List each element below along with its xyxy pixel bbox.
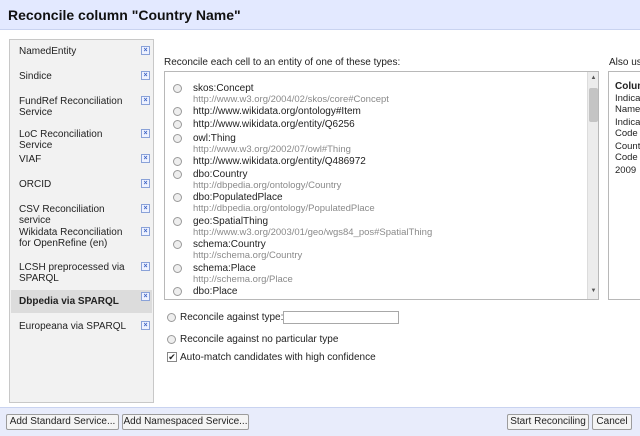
dialog-titlebar: Reconcile column "Country Name" [0,0,640,30]
type-label: geo:SpatialThing [193,216,269,227]
type-uri: http://dbpedia.org/ontology/PopulatedPla… [193,203,375,214]
service-list: NamedEntity × Sindice × FundRef Reconcil… [9,39,154,403]
column-item: 2009 [615,165,637,176]
service-item-label: FundRef Reconciliation Service [19,96,123,118]
service-item-europeana[interactable]: Europeana via SPARQL × [11,321,152,332]
type-uri: http://www.w3.org/2004/02/skos/core#Conc… [193,94,389,105]
service-item-label: Europeana via SPARQL [19,321,127,332]
service-item-fundref[interactable]: FundRef Reconciliation Service × [11,96,152,118]
service-item-orcid[interactable]: ORCID × [11,179,152,190]
service-item-label: Dbpedia via SPARQL [19,296,119,307]
start-reconciling-button[interactable]: Start Reconciling [507,414,589,430]
service-item-dbpedia[interactable]: Dbpedia via SPARQL × [11,290,152,313]
dialog-title: Reconcile column "Country Name" [8,7,241,23]
type-list-scrollbar[interactable]: ▲ ▼ [587,72,598,299]
remove-service-icon[interactable]: × [141,46,150,55]
no-type-label: Reconcile against no particular type [180,334,339,345]
type-uri: http://www.w3.org/2003/01/geo/wgs84_pos#… [193,227,433,238]
type-uri: http://schema.org/Country [193,250,303,261]
scroll-up-icon[interactable]: ▲ [589,74,598,83]
type-label: schema:Country [193,239,266,250]
type-radio[interactable] [173,193,182,202]
type-radio[interactable] [173,264,182,273]
also-use-heading: Also us [609,57,640,68]
type-radio[interactable] [173,157,182,166]
type-label: http://www.wikidata.org/entity/Q486972 [193,156,366,167]
types-heading: Reconcile each cell to an entity of one … [164,57,401,68]
against-type-radio[interactable] [167,313,176,322]
type-label: skos:Concept [193,83,254,94]
against-type-input[interactable] [283,311,399,324]
service-item-label: Wikidata Reconciliation for OpenRefine (… [19,227,123,249]
type-radio[interactable] [173,107,182,116]
remove-service-icon[interactable]: × [141,179,150,188]
type-label: dbo:PopulatedPlace [193,192,283,203]
service-item-viaf[interactable]: VIAF × [11,154,152,165]
also-use-columns[interactable]: Colum Indica Name Indica Code Count Code… [608,71,640,300]
against-type-label: Reconcile against type: [180,312,284,323]
service-item-label: NamedEntity [19,46,77,57]
column-header: Colum [615,81,640,92]
remove-service-icon[interactable]: × [141,292,150,301]
type-label: dbo:Country [193,169,248,180]
remove-service-icon[interactable]: × [141,227,150,236]
column-item: Indica [615,117,640,128]
service-item-label: VIAF [19,154,42,165]
cancel-button[interactable]: Cancel [592,414,632,430]
service-item-label: LoC Reconciliation Service [19,129,103,151]
type-list[interactable]: skos:Concept http://www.w3.org/2004/02/s… [164,71,599,300]
automatch-checkbox[interactable]: ✔ [167,352,177,362]
type-label: dbo:Place [193,286,238,297]
type-label: schema:Place [193,263,256,274]
remove-service-icon[interactable]: × [141,204,150,213]
service-item-label: Sindice [19,71,52,82]
type-label: http://www.wikidata.org/ontology#Item [193,106,361,117]
service-item-sindice[interactable]: Sindice × [11,71,152,82]
service-item-loc[interactable]: LoC Reconciliation Service × [11,129,152,151]
scroll-down-icon[interactable]: ▼ [589,287,598,296]
column-item: Count [615,141,640,152]
column-item: Code [615,128,638,139]
type-label: http://www.wikidata.org/entity/Q6256 [193,119,355,130]
no-type-radio[interactable] [167,335,176,344]
type-uri: http://schema.org/Place [193,274,293,285]
column-item: Name [615,104,640,115]
remove-service-icon[interactable]: × [141,262,150,271]
remove-service-icon[interactable]: × [141,321,150,330]
scrollbar-thumb[interactable] [589,88,598,122]
type-uri: http://dbpedia.org/ontology/Country [193,180,342,191]
type-radio[interactable] [173,134,182,143]
service-item-csv[interactable]: CSV Reconciliation service × [11,204,152,226]
type-uri: http://www.w3.org/2002/07/owl#Thing [193,144,351,155]
remove-service-icon[interactable]: × [141,154,150,163]
type-radio[interactable] [173,287,182,296]
remove-service-icon[interactable]: × [141,71,150,80]
service-item-label: CSV Reconciliation service [19,204,105,226]
type-label: owl:Thing [193,133,236,144]
add-namespaced-service-button[interactable]: Add Namespaced Service... [122,414,249,430]
remove-service-icon[interactable]: × [141,96,150,105]
service-item-label: LCSH preprocessed via SPARQL [19,262,125,284]
remove-service-icon[interactable]: × [141,129,150,138]
type-radio[interactable] [173,217,182,226]
service-item-wikidata[interactable]: Wikidata Reconciliation for OpenRefine (… [11,227,152,249]
column-item: Code [615,152,638,163]
type-radio[interactable] [173,170,182,179]
type-radio[interactable] [173,84,182,93]
column-item: Indica [615,93,640,104]
add-standard-service-button[interactable]: Add Standard Service... [6,414,119,430]
automatch-label: Auto-match candidates with high confiden… [180,352,376,363]
service-item-lcsh[interactable]: LCSH preprocessed via SPARQL × [11,262,152,284]
type-radio[interactable] [173,120,182,129]
service-item-label: ORCID [19,179,52,190]
service-item-namedentity[interactable]: NamedEntity × [11,46,152,57]
type-radio[interactable] [173,240,182,249]
